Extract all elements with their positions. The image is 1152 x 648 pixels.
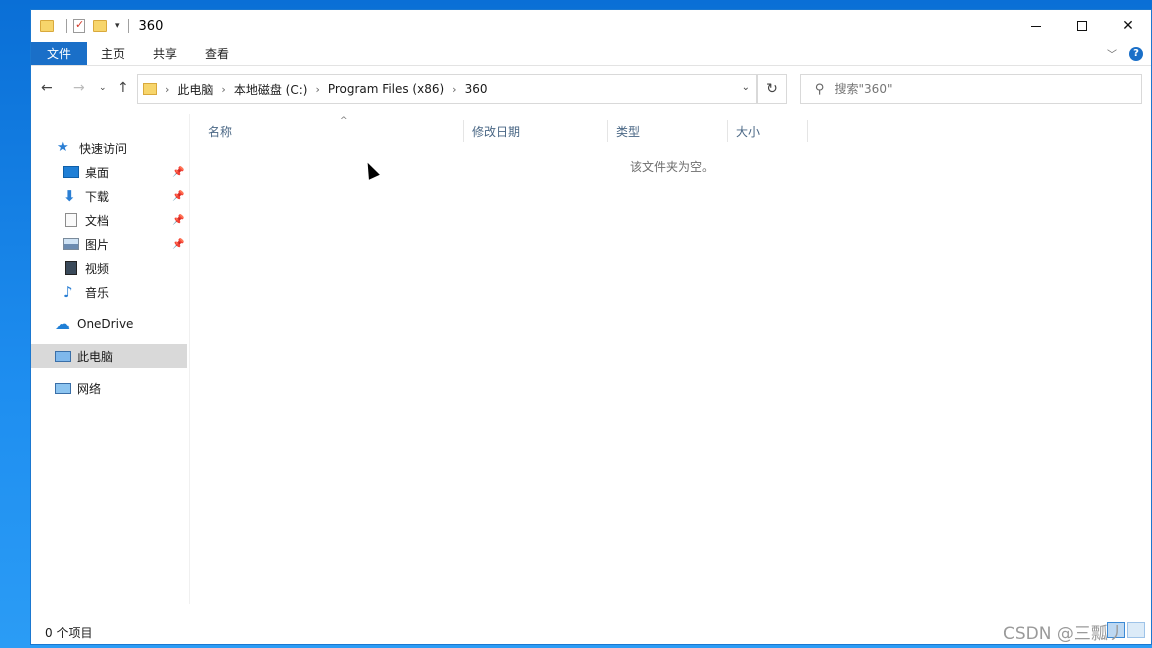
nav-label: 视频 — [85, 261, 110, 276]
chevron-down-icon[interactable]: ⌄ — [742, 82, 750, 93]
forward-arrow-icon[interactable]: → — [73, 80, 85, 96]
tab-file[interactable]: 文件 — [31, 42, 87, 65]
pin-icon[interactable]: 📌 — [172, 191, 184, 202]
pin-icon[interactable]: 📌 — [172, 215, 184, 226]
nav-desktop[interactable]: 桌面 📌 — [31, 160, 187, 184]
mouse-cursor-icon — [362, 160, 380, 180]
video-icon — [65, 261, 77, 275]
minimize-icon — [1031, 25, 1041, 27]
nav-label: 图片 — [85, 237, 110, 252]
search-box[interactable]: ⚲ — [800, 74, 1142, 104]
nav-label: 文档 — [85, 213, 110, 228]
properties-icon[interactable] — [73, 18, 85, 33]
maximize-button[interactable] — [1059, 10, 1105, 42]
search-icon: ⚲ — [815, 81, 825, 97]
tab-view[interactable]: 查看 — [191, 42, 243, 65]
close-button[interactable]: ✕ — [1105, 10, 1151, 42]
file-list[interactable]: 名称 ^ 修改日期 类型 大小 该文件夹为空。 — [189, 114, 1151, 604]
divider — [127, 19, 129, 33]
nav-label: 快速访问 — [79, 141, 128, 156]
document-icon — [65, 213, 77, 227]
nav-label: 此电脑 — [77, 349, 114, 364]
download-icon: ⬇ — [63, 187, 76, 205]
maximize-icon — [1077, 21, 1087, 31]
new-folder-icon[interactable] — [93, 20, 107, 32]
address-bar[interactable]: › 此电脑 › 本地磁盘 (C:) › Program Files (x86) … — [137, 74, 757, 104]
column-label: 修改日期 — [472, 124, 521, 139]
breadcrumb-program-files[interactable]: Program Files (x86) — [328, 82, 444, 96]
pin-icon[interactable]: 📌 — [172, 239, 184, 250]
sort-ascending-icon: ^ — [340, 116, 348, 126]
window-controls: ✕ — [1013, 10, 1151, 42]
nav-this-pc[interactable]: 此电脑 — [31, 344, 187, 368]
nav-label: OneDrive — [77, 317, 134, 331]
search-input[interactable] — [834, 82, 1115, 96]
address-row: ← → ⌄ ↑ › 此电脑 › 本地磁盘 (C:) › Program File… — [31, 72, 1151, 106]
nav-onedrive[interactable]: ☁ OneDrive — [31, 312, 187, 336]
chevron-down-icon[interactable]: ▾ — [115, 21, 120, 31]
nav-label: 音乐 — [85, 285, 110, 300]
status-item-count: 0 个项目 — [45, 626, 93, 640]
window-title: 360 — [138, 18, 164, 34]
breadcrumb-this-pc[interactable]: 此电脑 — [177, 81, 213, 98]
pin-icon[interactable]: 📌 — [172, 167, 184, 178]
ribbon-right: ﹀ ? — [1107, 46, 1143, 61]
nav-quick-access[interactable]: ★ 快速访问 — [31, 136, 187, 160]
nav-label: 下载 — [85, 189, 110, 204]
network-icon — [55, 382, 71, 394]
breadcrumb-local-disk[interactable]: 本地磁盘 (C:) — [234, 81, 308, 98]
column-header-type[interactable]: 类型 — [608, 120, 728, 142]
empty-folder-message: 该文件夹为空。 — [630, 160, 715, 174]
nav-videos[interactable]: 视频 — [31, 256, 187, 280]
nav-downloads[interactable]: ⬇ 下载 📌 — [31, 184, 187, 208]
refresh-button[interactable]: ↻ — [757, 74, 787, 104]
breadcrumb-360[interactable]: 360 — [465, 82, 488, 96]
recent-locations-icon[interactable]: ⌄ — [99, 83, 107, 93]
close-icon: ✕ — [1122, 18, 1134, 34]
nav-music[interactable]: ♪ 音乐 — [31, 280, 187, 304]
chevron-right-icon[interactable]: › — [165, 83, 169, 96]
column-header-date[interactable]: 修改日期 — [464, 120, 608, 142]
column-header-size[interactable]: 大小 — [728, 120, 808, 142]
folder-icon — [40, 20, 54, 32]
pictures-icon — [63, 238, 79, 250]
nav-documents[interactable]: 文档 📌 — [31, 208, 187, 232]
cloud-icon: ☁ — [55, 315, 70, 333]
divider — [66, 19, 67, 33]
ribbon-tabs: 文件 主页 共享 查看 ﹀ ? — [31, 42, 1151, 66]
nav-network[interactable]: 网络 — [31, 376, 187, 400]
desktop-icon — [63, 166, 79, 178]
help-icon[interactable]: ? — [1129, 46, 1143, 61]
title-bar: ▾ 360 ✕ — [31, 10, 1151, 42]
explorer-window: ▾ 360 ✕ 文件 主页 共享 查看 ﹀ ? ← → ⌄ ↑ › 此电脑 › … — [30, 9, 1152, 645]
tab-home[interactable]: 主页 — [87, 42, 139, 65]
chevron-right-icon[interactable]: › — [315, 83, 319, 96]
up-arrow-icon[interactable]: ↑ — [117, 80, 129, 96]
music-icon: ♪ — [63, 283, 73, 301]
tab-share[interactable]: 共享 — [139, 42, 191, 65]
column-label: 名称 — [208, 124, 233, 139]
folder-icon — [143, 83, 157, 95]
refresh-icon: ↻ — [766, 81, 778, 97]
watermark-text: CSDN @三瓢丿 — [1003, 624, 1125, 644]
expand-ribbon-icon[interactable]: ﹀ — [1107, 46, 1117, 61]
chevron-right-icon[interactable]: › — [452, 83, 456, 96]
computer-icon — [55, 350, 71, 362]
nav-label: 桌面 — [85, 165, 110, 180]
column-header-name[interactable]: 名称 ^ — [200, 116, 464, 142]
column-label: 类型 — [616, 124, 641, 139]
nav-label: 网络 — [77, 381, 102, 396]
column-label: 大小 — [736, 124, 761, 139]
back-arrow-icon[interactable]: ← — [41, 80, 53, 96]
minimize-button[interactable] — [1013, 10, 1059, 42]
quick-access-toolbar: ▾ — [40, 18, 135, 33]
nav-pictures[interactable]: 图片 📌 — [31, 232, 187, 256]
chevron-right-icon[interactable]: › — [221, 83, 225, 96]
large-icons-view-icon[interactable] — [1127, 622, 1145, 638]
star-icon: ★ — [57, 140, 69, 155]
navigation-pane: ★ 快速访问 桌面 📌 ⬇ 下载 📌 文档 📌 图片 📌 视频 ♪ 音乐 ☁ O… — [31, 120, 189, 600]
